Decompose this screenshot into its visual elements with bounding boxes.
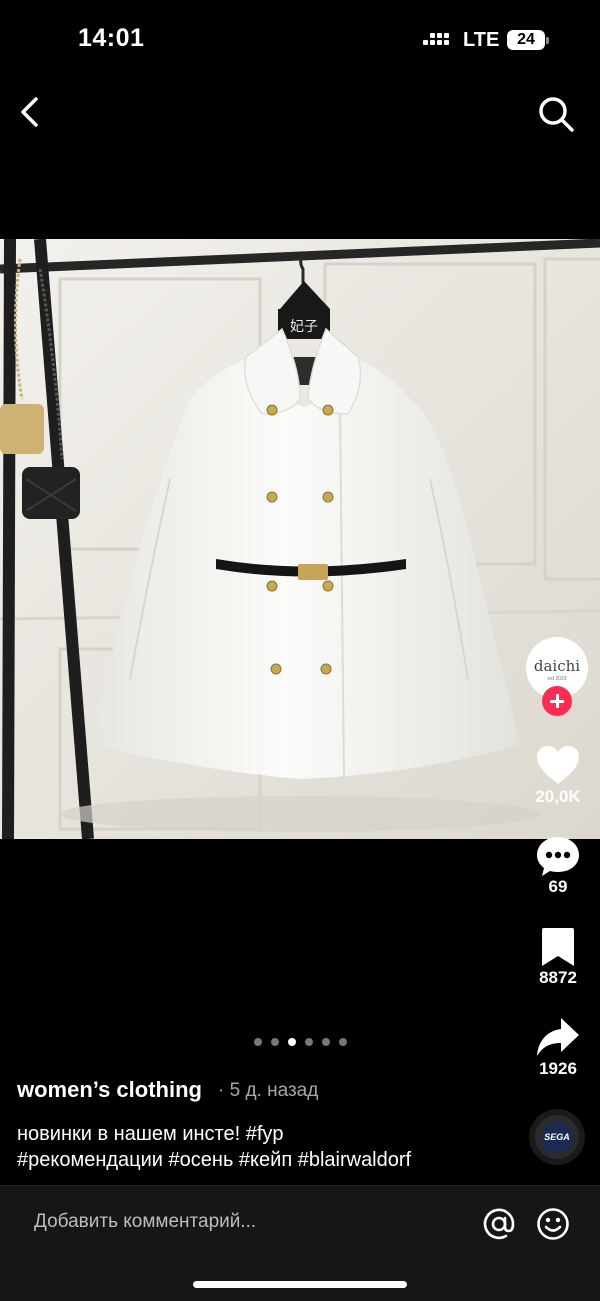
pagination-dot-active[interactable]	[288, 1038, 296, 1046]
comment-input[interactable]: Добавить комментарий...	[34, 1211, 256, 1233]
search-button[interactable]	[536, 94, 576, 134]
avatar-logo-subtext: est 2023	[547, 676, 567, 682]
slide-pagination[interactable]	[254, 1038, 347, 1048]
search-icon	[539, 97, 574, 132]
share-count: 1926	[539, 1059, 577, 1078]
save-count: 8872	[539, 968, 577, 987]
white-cape-coat-photo: 妃子	[0, 239, 600, 839]
battery-tip	[546, 37, 549, 44]
at-sign-icon	[483, 1208, 515, 1240]
like-button[interactable]	[535, 744, 581, 786]
pagination-dot[interactable]	[305, 1038, 313, 1046]
post-image[interactable]: 妃子	[0, 239, 600, 839]
chevron-left-icon	[21, 97, 38, 127]
author-name[interactable]: women’s clothing	[17, 1077, 202, 1103]
home-indicator	[193, 1281, 407, 1288]
save-button[interactable]	[535, 926, 581, 968]
pagination-dot[interactable]	[322, 1038, 330, 1046]
pagination-dot[interactable]	[254, 1038, 262, 1046]
like-count: 20,0K	[535, 787, 581, 806]
share-arrow-icon	[537, 1018, 579, 1056]
comment-count: 69	[548, 877, 568, 896]
post-caption[interactable]: новинки в нашем инсте! #fyp #рекомендаци…	[17, 1121, 517, 1173]
heart-icon	[537, 746, 579, 784]
follow-button[interactable]	[542, 686, 572, 716]
hanger-label: 妃子	[290, 319, 318, 335]
comment-bubble-icon	[537, 837, 579, 876]
battery-icon: 24	[507, 30, 545, 50]
caption-line: новинки в нашем инсте! #fyp	[17, 1123, 284, 1145]
pagination-dot[interactable]	[271, 1038, 279, 1046]
signal-strength-icon	[423, 32, 453, 50]
comment-button[interactable]	[535, 835, 581, 877]
bookmark-icon	[542, 928, 574, 966]
smile-emoji-icon	[537, 1208, 569, 1240]
music-cover-label: SEGA	[541, 1121, 573, 1153]
status-time: 14:01	[78, 24, 145, 52]
caption-line: #рекомендации #осень #кейп #blairwaldorf	[17, 1149, 412, 1171]
network-type: LTE	[463, 29, 500, 51]
music-disc[interactable]: SEGA	[529, 1109, 585, 1165]
mention-button[interactable]	[482, 1207, 516, 1241]
emoji-button[interactable]	[536, 1207, 570, 1241]
post-time: · 5 д. назад	[218, 1080, 319, 1101]
avatar-logo-text: daichi	[533, 657, 581, 675]
pagination-dot[interactable]	[339, 1038, 347, 1046]
back-button[interactable]	[14, 95, 48, 129]
share-button[interactable]	[535, 1016, 581, 1058]
